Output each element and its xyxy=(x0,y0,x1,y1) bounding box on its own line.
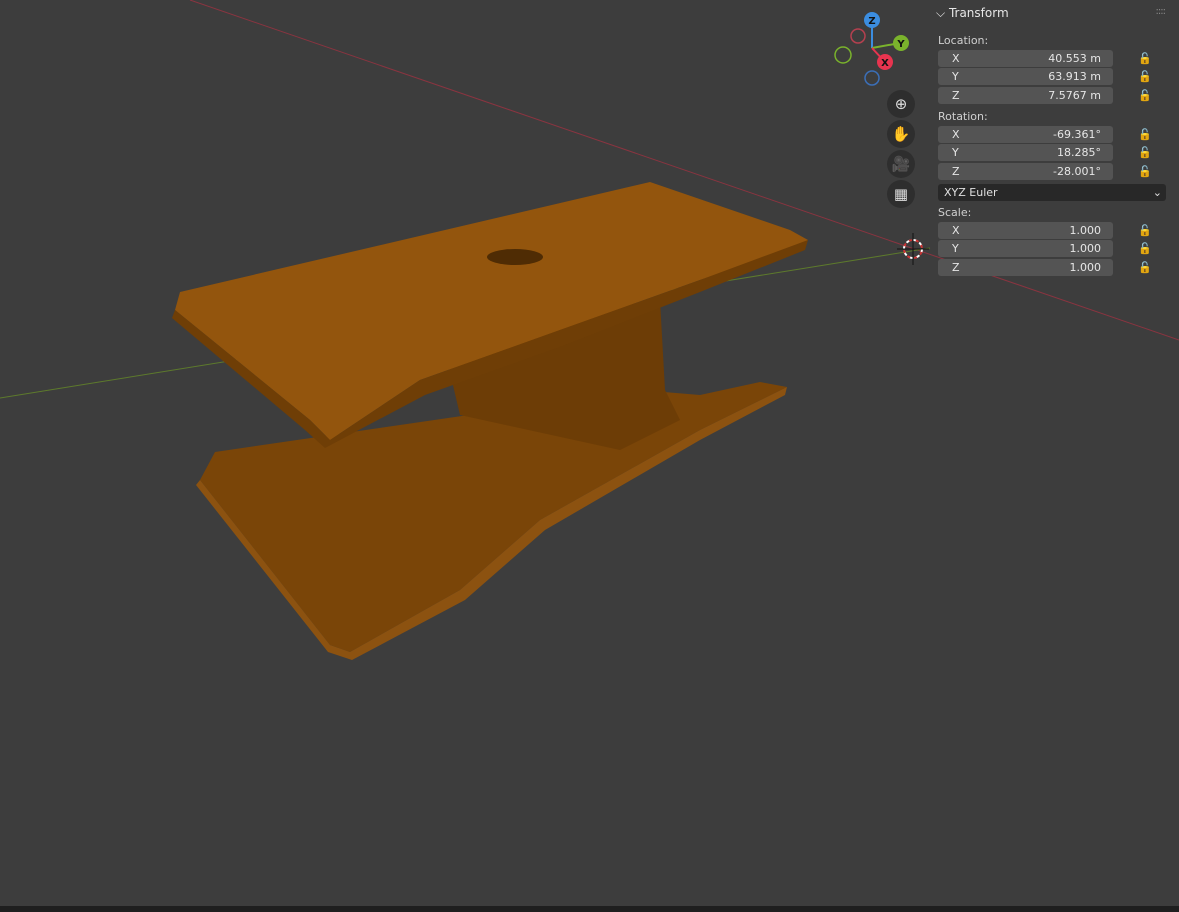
scale-x-field[interactable]: X 1.000 xyxy=(938,222,1113,239)
hand-icon[interactable]: ✋ xyxy=(887,120,915,148)
status-bar xyxy=(0,906,1179,912)
lock-icon[interactable]: 🔓 xyxy=(1138,242,1152,255)
gizmo-neg-z xyxy=(864,70,880,86)
object-hole xyxy=(487,249,543,265)
lock-icon[interactable]: 🔓 xyxy=(1138,128,1152,141)
gizmo-z-label: Z xyxy=(868,16,875,27)
gizmo-neg-y xyxy=(834,46,852,64)
object-lower-plate xyxy=(200,382,787,652)
grid-icon[interactable]: ▦ xyxy=(887,180,915,208)
scale-y-field[interactable]: Y 1.000 xyxy=(938,240,1113,257)
gizmo-y-label: Y xyxy=(896,39,905,50)
3d-cursor xyxy=(897,233,929,265)
zoom-icon[interactable]: ⊕ xyxy=(887,90,915,118)
location-z-field[interactable]: Z 7.5767 m xyxy=(938,87,1113,104)
lock-icon[interactable]: 🔓 xyxy=(1138,224,1152,237)
navigation-gizmo[interactable]: Z Y X xyxy=(834,12,909,86)
lock-icon[interactable]: 🔓 xyxy=(1138,70,1152,83)
rotation-z-field[interactable]: Z -28.001° xyxy=(938,163,1113,180)
chevron-down-icon: ⌄ xyxy=(1152,186,1162,199)
location-y-field[interactable]: Y 63.913 m xyxy=(938,68,1113,85)
rotation-y-field[interactable]: Y 18.285° xyxy=(938,144,1113,161)
transform-header[interactable]: ⌵ Transform xyxy=(936,6,1009,21)
rotation-label: Rotation: xyxy=(938,110,988,123)
rotation-mode-select[interactable]: XYZ Euler ⌄ xyxy=(938,184,1166,201)
location-label: Location: xyxy=(938,34,989,47)
lock-icon[interactable]: 🔓 xyxy=(1138,89,1152,102)
gizmo-neg-x xyxy=(850,28,866,44)
camera-icon[interactable]: 🎥 xyxy=(887,150,915,178)
lock-icon[interactable]: 🔓 xyxy=(1138,52,1152,65)
chevron-down-icon: ⌵ xyxy=(936,6,946,20)
drag-handle-icon[interactable]: :::: xyxy=(1156,6,1167,17)
scale-z-field[interactable]: Z 1.000 xyxy=(938,259,1113,276)
location-x-field[interactable]: X 40.553 m xyxy=(938,50,1113,67)
scale-label: Scale: xyxy=(938,206,972,219)
lock-icon[interactable]: 🔓 xyxy=(1138,165,1152,178)
3d-object[interactable] xyxy=(172,182,808,660)
lock-icon[interactable]: 🔓 xyxy=(1138,146,1152,159)
rotation-x-field[interactable]: X -69.361° xyxy=(938,126,1113,143)
gizmo-x-label: X xyxy=(881,58,889,69)
lock-icon[interactable]: 🔓 xyxy=(1138,261,1152,274)
